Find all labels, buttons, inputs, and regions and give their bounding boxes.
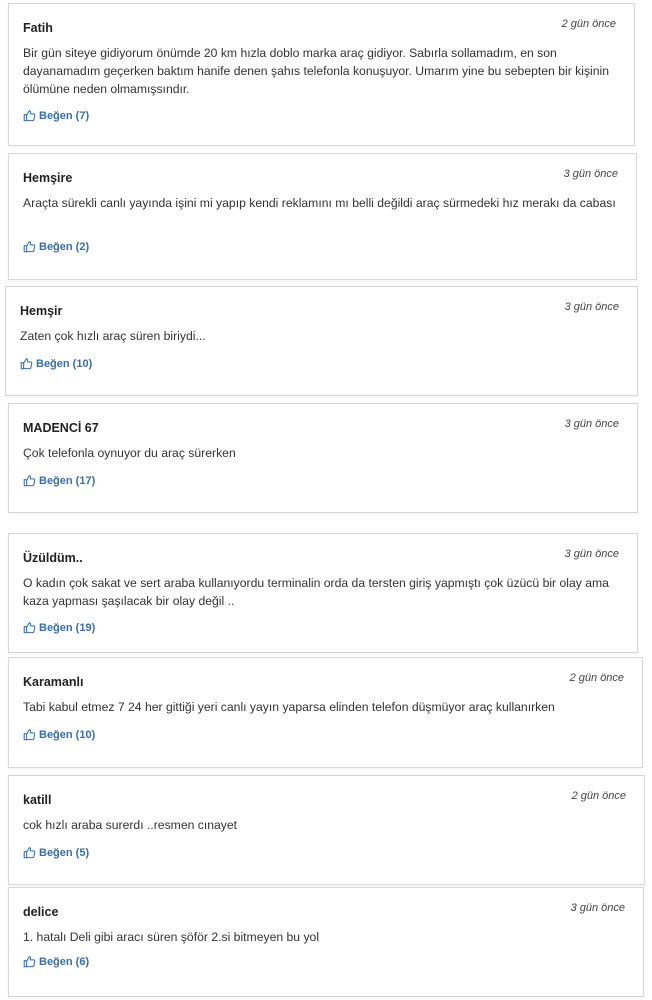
comment-card: Hemşir 3 gün önce Zaten çok hızlı araç sür… <box>5 286 638 396</box>
comment-text: Çok telefonla oynuyor du araç sürerken <box>23 446 236 460</box>
thumbs-up-icon <box>23 728 39 741</box>
like-button[interactable]: Beğen (6) <box>23 955 89 968</box>
comment-author: delice <box>23 905 59 919</box>
comment-time: 2 gün önce <box>561 18 616 30</box>
comment-text: cok hızlı araba surerdı ..resmen cınayet <box>23 818 238 832</box>
like-label: Beğen (2) <box>39 240 90 253</box>
like-label: Beğen (19) <box>39 621 96 634</box>
comment-time: 2 gün önce <box>571 790 626 802</box>
like-label: Beğen (7) <box>39 109 90 122</box>
thumbs-up-icon <box>23 846 39 859</box>
like-button[interactable]: Beğen (10) <box>20 357 92 370</box>
comment-author: Hemşir <box>20 304 63 318</box>
comment-text: 1. hatalı Deli gibi aracı süren şöför 2.… <box>23 930 320 944</box>
comment-time: 3 gün önce <box>563 168 618 180</box>
thumbs-up-icon <box>23 240 39 253</box>
like-button[interactable]: Beğen (10) <box>23 728 95 741</box>
like-button[interactable]: Beğen (17) <box>23 474 95 487</box>
comment-text: Tabi kabul etmez 7 24 her gittiği yeri c… <box>23 700 555 714</box>
like-button[interactable]: Beğen (7) <box>23 109 89 122</box>
thumbs-up-icon <box>20 357 36 370</box>
comment-card: katill 2 gün önce cok hızlı araba surerdı … <box>8 775 645 885</box>
comment-author: Fatih <box>23 21 53 35</box>
thumbs-up-icon <box>23 474 39 487</box>
comment-author: MADENCİ 67 <box>23 421 99 435</box>
like-button[interactable]: Beğen (5) <box>23 846 89 859</box>
like-label: Beğen (10) <box>39 728 96 741</box>
like-label: Beğen (17) <box>39 474 96 487</box>
like-label: Beğen (10) <box>36 357 93 370</box>
like-label: Beğen (6) <box>39 955 90 968</box>
comment-author: Karamanlı <box>23 675 84 689</box>
comment-card: Üzüldüm.. 3 gün önce O kadın çok sakat ve … <box>8 533 638 653</box>
comment-card: Fatih 2 gün önce Bir gün siteye gidiyorum … <box>8 3 635 146</box>
comment-author: katill <box>23 793 52 807</box>
comment-card: delice 3 gün önce 1. hatalı Deli gibi arac… <box>8 887 644 997</box>
like-button[interactable]: Beğen (2) <box>23 240 89 253</box>
like-button[interactable]: Beğen (19) <box>23 621 95 634</box>
comment-time: 3 gün önce <box>570 902 625 914</box>
comment-time: 3 gün önce <box>564 548 619 560</box>
comment-text: Araçta sürekli canlı yayında işini mi ya… <box>23 196 616 210</box>
thumbs-up-icon <box>23 621 39 634</box>
comment-text: Zaten çok hızlı araç süren biriydi... <box>20 329 206 343</box>
comment-card: MADENCİ 67 3 gün önce Çok telefonla oynuyo… <box>8 403 638 513</box>
comment-time: 3 gün önce <box>564 418 619 430</box>
comment-time: 3 gün önce <box>564 301 619 313</box>
thumbs-up-icon <box>23 109 39 122</box>
comment-card: Hemşire 3 gün önce Araçta sürekli canlı ya… <box>8 153 637 280</box>
like-label: Beğen (5) <box>39 846 90 859</box>
comment-time: 2 gün önce <box>569 672 624 684</box>
comment-text: O kadın çok sakat ve sert araba kullanıy… <box>23 576 609 608</box>
thumbs-up-icon <box>23 955 39 968</box>
comment-card: Karamanlı 2 gün önce Tabi kabul etmez 7 24… <box>8 657 643 768</box>
comment-author: Hemşire <box>23 171 73 185</box>
comment-author: Üzüldüm.. <box>23 551 83 565</box>
comment-text: Bir gün siteye gidiyorum önümde 20 km hı… <box>23 46 610 96</box>
